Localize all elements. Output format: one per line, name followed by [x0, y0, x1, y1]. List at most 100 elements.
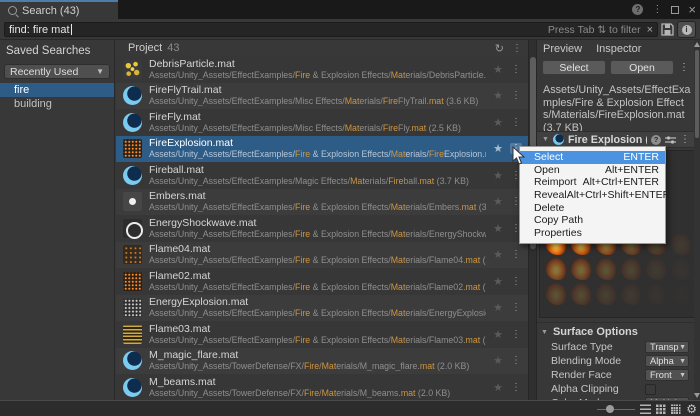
gear-icon[interactable]: ⚙	[686, 403, 697, 415]
slider-handle[interactable]	[606, 405, 615, 413]
material-sphere-icon	[552, 134, 564, 145]
menu-item-label: Delete	[534, 201, 565, 214]
sphere-icon	[123, 112, 142, 132]
context-menu-item[interactable]: Select ENTER	[520, 151, 665, 164]
field-label: Alpha Clipping	[551, 383, 619, 395]
mouse-cursor	[512, 146, 526, 165]
result-row[interactable]: FireFlyTrail.mat Assets/Unity_Assets/Effe…	[116, 82, 528, 109]
row-menu-icon[interactable]: ⋮	[510, 249, 522, 260]
help-icon[interactable]: ?	[651, 134, 661, 145]
foldout-icon[interactable]: ▼	[541, 329, 548, 336]
material-menu-icon[interactable]: ⋮	[680, 134, 690, 145]
search-icon	[8, 6, 17, 15]
search-bar: find: fire mat Press Tab ⇅ to filter × i	[0, 19, 700, 40]
field-dropdown[interactable]: Front ▼	[645, 369, 689, 381]
favorite-star-icon[interactable]: ★	[493, 89, 503, 102]
result-row[interactable]: DebrisParticle.mat Assets/Unity_Assets/Ef…	[116, 56, 528, 83]
row-menu-icon[interactable]: ⋮	[510, 90, 522, 101]
row-menu-icon[interactable]: ⋮	[510, 329, 522, 340]
preview-menu-icon[interactable]: ⋮	[678, 62, 690, 73]
context-menu-item[interactable]: Properties	[520, 227, 665, 240]
favorite-star-icon[interactable]: ★	[493, 222, 503, 235]
search-window-tab[interactable]: Search (43)	[0, 0, 118, 19]
scrollbar-thumb[interactable]	[695, 50, 699, 138]
field-dropdown[interactable]: Transpa▼	[645, 341, 689, 353]
favorite-star-icon[interactable]: ★	[493, 354, 503, 367]
favorite-star-icon[interactable]: ★	[493, 116, 503, 129]
result-path: Assets/Unity_Assets/EffectExamples/Fire …	[149, 282, 486, 292]
zoom-slider[interactable]	[597, 401, 636, 416]
row-menu-icon[interactable]: ⋮	[510, 117, 522, 128]
tab-preview[interactable]: Preview	[543, 43, 582, 55]
favorite-star-icon[interactable]: ★	[493, 169, 503, 182]
favorite-star-icon[interactable]: ★	[493, 328, 503, 341]
favorite-star-icon[interactable]: ★	[493, 275, 503, 288]
window-menu-icon[interactable]: ⋮	[652, 4, 662, 15]
favorite-star-icon[interactable]: ★	[493, 142, 503, 155]
result-row[interactable]: Embers.mat Assets/Unity_Assets/EffectExam…	[116, 188, 528, 215]
result-row[interactable]: FireExplosion.mat Assets/Unity_Assets/Eff…	[116, 135, 528, 162]
row-menu-icon[interactable]: ⋮	[510, 355, 522, 366]
select-button[interactable]: Select	[542, 60, 606, 75]
field-dropdown[interactable]: Alpha ▼	[645, 355, 689, 367]
scroll-down-icon[interactable]	[694, 393, 700, 398]
result-row[interactable]: M_beams.mat Assets/Unity_Assets/TowerDefe…	[116, 374, 528, 400]
result-path: Assets/Unity_Assets/EffectExamples/Misc …	[149, 97, 479, 107]
tab-inspector[interactable]: Inspector	[596, 43, 641, 55]
result-row[interactable]: EnergyShockwave.mat Assets/Unity_Assets/E…	[116, 215, 528, 242]
favorite-star-icon[interactable]: ★	[493, 248, 503, 261]
result-row[interactable]: M_magic_flare.mat Assets/Unity_Assets/Tow…	[116, 347, 528, 374]
result-path: Assets/Unity_Assets/EffectExamples/Fire …	[149, 203, 487, 213]
saved-search-item[interactable]: fire	[0, 83, 114, 97]
preview-scrollbar[interactable]	[694, 40, 700, 400]
list-view-icon[interactable]	[640, 404, 652, 414]
result-path: Assets/Unity_Assets/EffectExamples/Fire …	[149, 229, 487, 239]
help-icon[interactable]: ?	[632, 4, 644, 15]
close-icon[interactable]: ×	[688, 3, 696, 16]
big-grid-view-icon[interactable]	[671, 404, 682, 414]
alpha-clipping-checkbox[interactable]	[645, 383, 656, 395]
context-menu-item[interactable]: Delete	[520, 201, 665, 214]
result-row[interactable]: FireFly.mat Assets/Unity_Assets/EffectExa…	[116, 109, 528, 136]
result-text: Flame03.mat Assets/Unity_Assets/EffectExa…	[149, 323, 486, 345]
clear-search-icon[interactable]: ×	[647, 24, 653, 36]
row-menu-icon[interactable]: ⋮	[510, 302, 522, 313]
search-input[interactable]: find: fire mat Press Tab ⇅ to filter ×	[4, 22, 658, 37]
grid-view-icon[interactable]	[656, 404, 667, 414]
context-menu-item[interactable]: Reimport Alt+Ctrl+ENTER	[520, 176, 665, 189]
result-row[interactable]: EnergyExplosion.mat Assets/Unity_Assets/E…	[116, 294, 528, 321]
refresh-icon[interactable]: ↻	[495, 42, 504, 55]
maximize-icon[interactable]	[671, 5, 680, 14]
results-menu-icon[interactable]: ⋮	[512, 43, 522, 54]
favorite-star-icon[interactable]: ★	[493, 381, 503, 394]
result-name: Flame02.mat	[149, 269, 211, 282]
favorite-star-icon[interactable]: ★	[493, 195, 503, 208]
flame-sprite	[545, 282, 567, 305]
saved-search-item[interactable]: building	[0, 97, 114, 111]
context-menu-item[interactable]: Copy Path	[520, 214, 665, 227]
context-menu-item[interactable]: Reveal Alt+Ctrl+Shift+ENTER	[520, 189, 670, 202]
favorite-star-icon[interactable]: ★	[493, 301, 503, 314]
window-tab-label: Search (43)	[22, 4, 80, 17]
save-search-icon[interactable]	[661, 23, 674, 36]
row-menu-icon[interactable]: ⋮	[510, 382, 522, 393]
menu-item-label: Copy Path	[534, 214, 584, 227]
row-menu-icon[interactable]: ⋮	[510, 276, 522, 287]
context-menu-item[interactable]: Open Alt+ENTER	[520, 164, 665, 177]
saved-searches-dropdown[interactable]: Recently Used ▼	[4, 64, 110, 79]
result-path: Assets/Unity_Assets/EffectExamples/Magic…	[149, 176, 469, 186]
result-row[interactable]: Flame02.mat Assets/Unity_Assets/EffectExa…	[116, 268, 528, 295]
scroll-up-icon[interactable]	[694, 42, 700, 47]
result-row[interactable]: Flame04.mat Assets/Unity_Assets/EffectExa…	[116, 241, 528, 268]
foldout-icon[interactable]: ▼	[542, 136, 549, 143]
row-menu-icon[interactable]: ⋮	[510, 64, 522, 75]
firedots-sparse-icon	[123, 245, 142, 265]
info-button[interactable]: i	[677, 21, 696, 38]
results-panel: Project 43 ↻ ⋮ DebrisParticle.mat Assets/…	[116, 40, 528, 400]
result-text: M_magic_flare.mat Assets/Unity_Assets/Tow…	[149, 350, 486, 371]
result-row[interactable]: Flame03.mat Assets/Unity_Assets/EffectExa…	[116, 321, 528, 348]
presets-icon[interactable]	[665, 135, 676, 145]
favorite-star-icon[interactable]: ★	[493, 63, 503, 76]
result-row[interactable]: Fireball.mat Assets/Unity_Assets/EffectEx…	[116, 162, 528, 189]
open-button[interactable]: Open	[610, 60, 674, 75]
